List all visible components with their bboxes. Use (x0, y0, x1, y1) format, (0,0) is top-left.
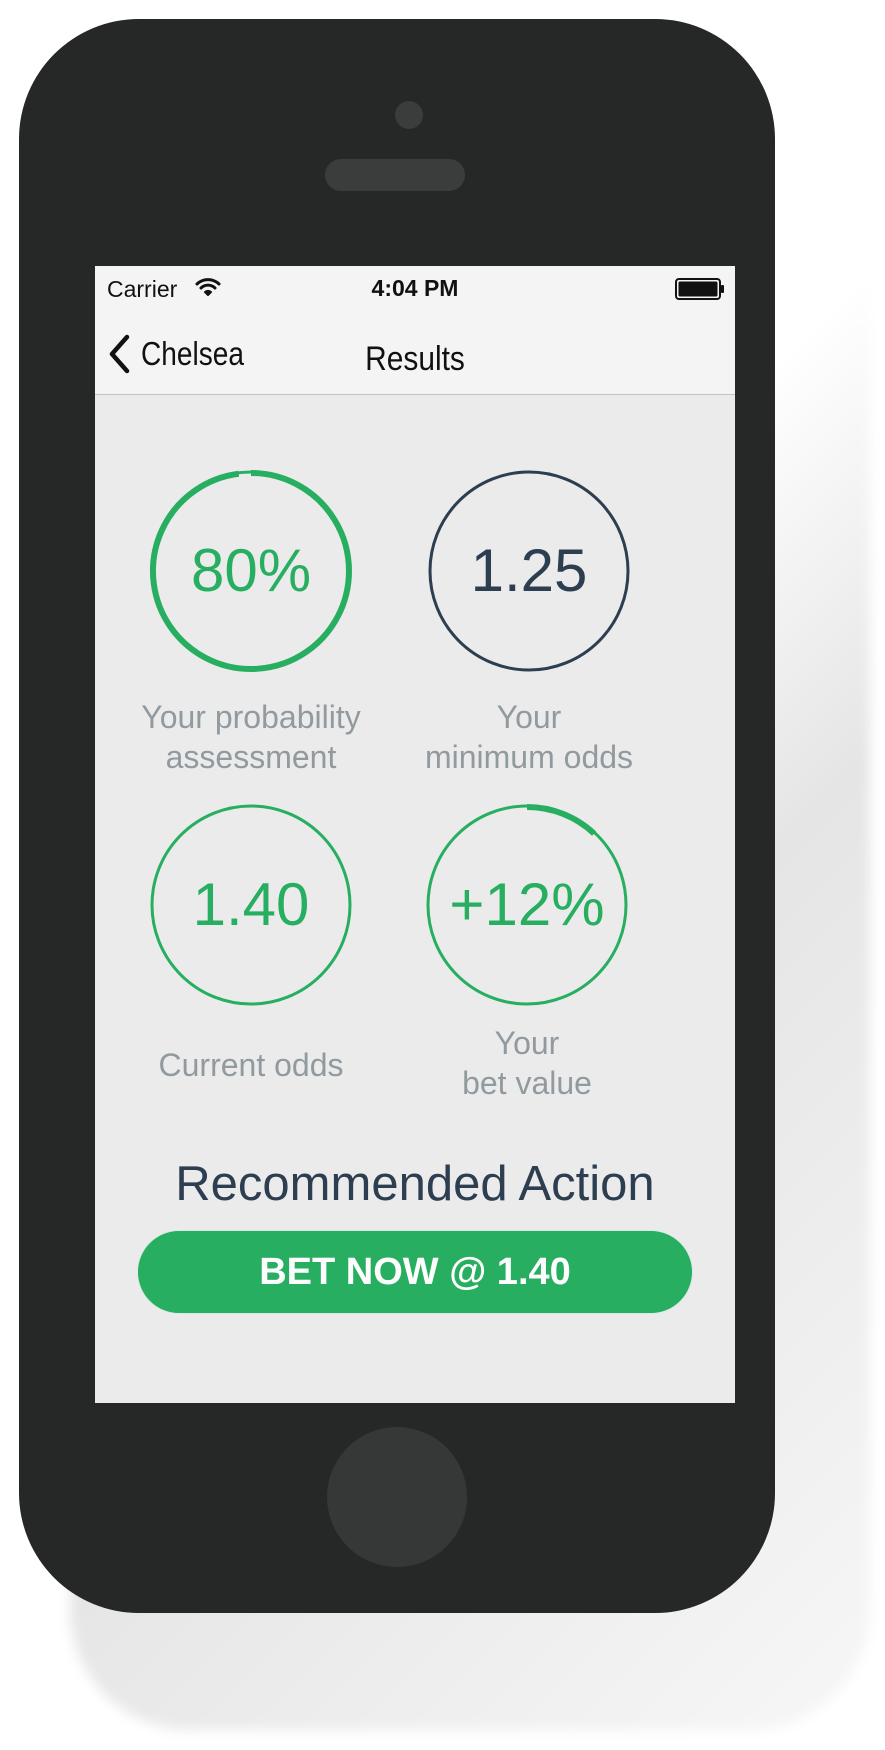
stage: Carrier 4:04 PM Chelsea Results 80% Your… (0, 0, 885, 1750)
chevron-left-icon (109, 334, 130, 374)
metric-label: Your bet value (462, 1025, 592, 1101)
metric-ring: 1.25 (427, 469, 631, 673)
metric-value: 1.25 (470, 537, 588, 604)
recommended-action-title: Recommended Action (175, 1157, 655, 1211)
metric-ring: +12% (425, 803, 629, 1007)
phone-frame: Carrier 4:04 PM Chelsea Results 80% Your… (19, 19, 775, 1613)
metric-label: Your probability assessment (141, 699, 361, 775)
probability-assessment-metric: 80% Your probability assessment (111, 469, 391, 777)
clock: 4:04 PM (371, 275, 459, 301)
app-screen: Carrier 4:04 PM Chelsea Results 80% Your… (95, 266, 735, 1403)
metric-value: 1.40 (192, 871, 310, 938)
metric-value: +12% (449, 871, 605, 938)
current-odds-metric: 1.40 Current odds (111, 803, 391, 1085)
minimum-odds-metric: 1.25 Your minimum odds (389, 469, 669, 777)
metric-label: Your minimum odds (424, 699, 634, 775)
metric-ring: 1.40 (149, 803, 353, 1007)
earpiece-speaker (325, 159, 465, 191)
page-title: Results (365, 340, 465, 378)
metric-value: 80% (190, 537, 312, 604)
metric-label: Current odds (158, 1047, 344, 1083)
battery-icon (675, 278, 724, 300)
bet-now-button[interactable]: BET NOW @ 1.40 (137, 1230, 693, 1314)
home-button[interactable] (327, 1427, 467, 1567)
navigation-bar: Chelsea Results (95, 310, 735, 395)
metric-ring: 80% (149, 469, 353, 673)
front-camera (395, 101, 423, 129)
status-bar: Carrier 4:04 PM (95, 266, 735, 310)
bet-value-metric: +12% Your bet value (387, 803, 667, 1103)
